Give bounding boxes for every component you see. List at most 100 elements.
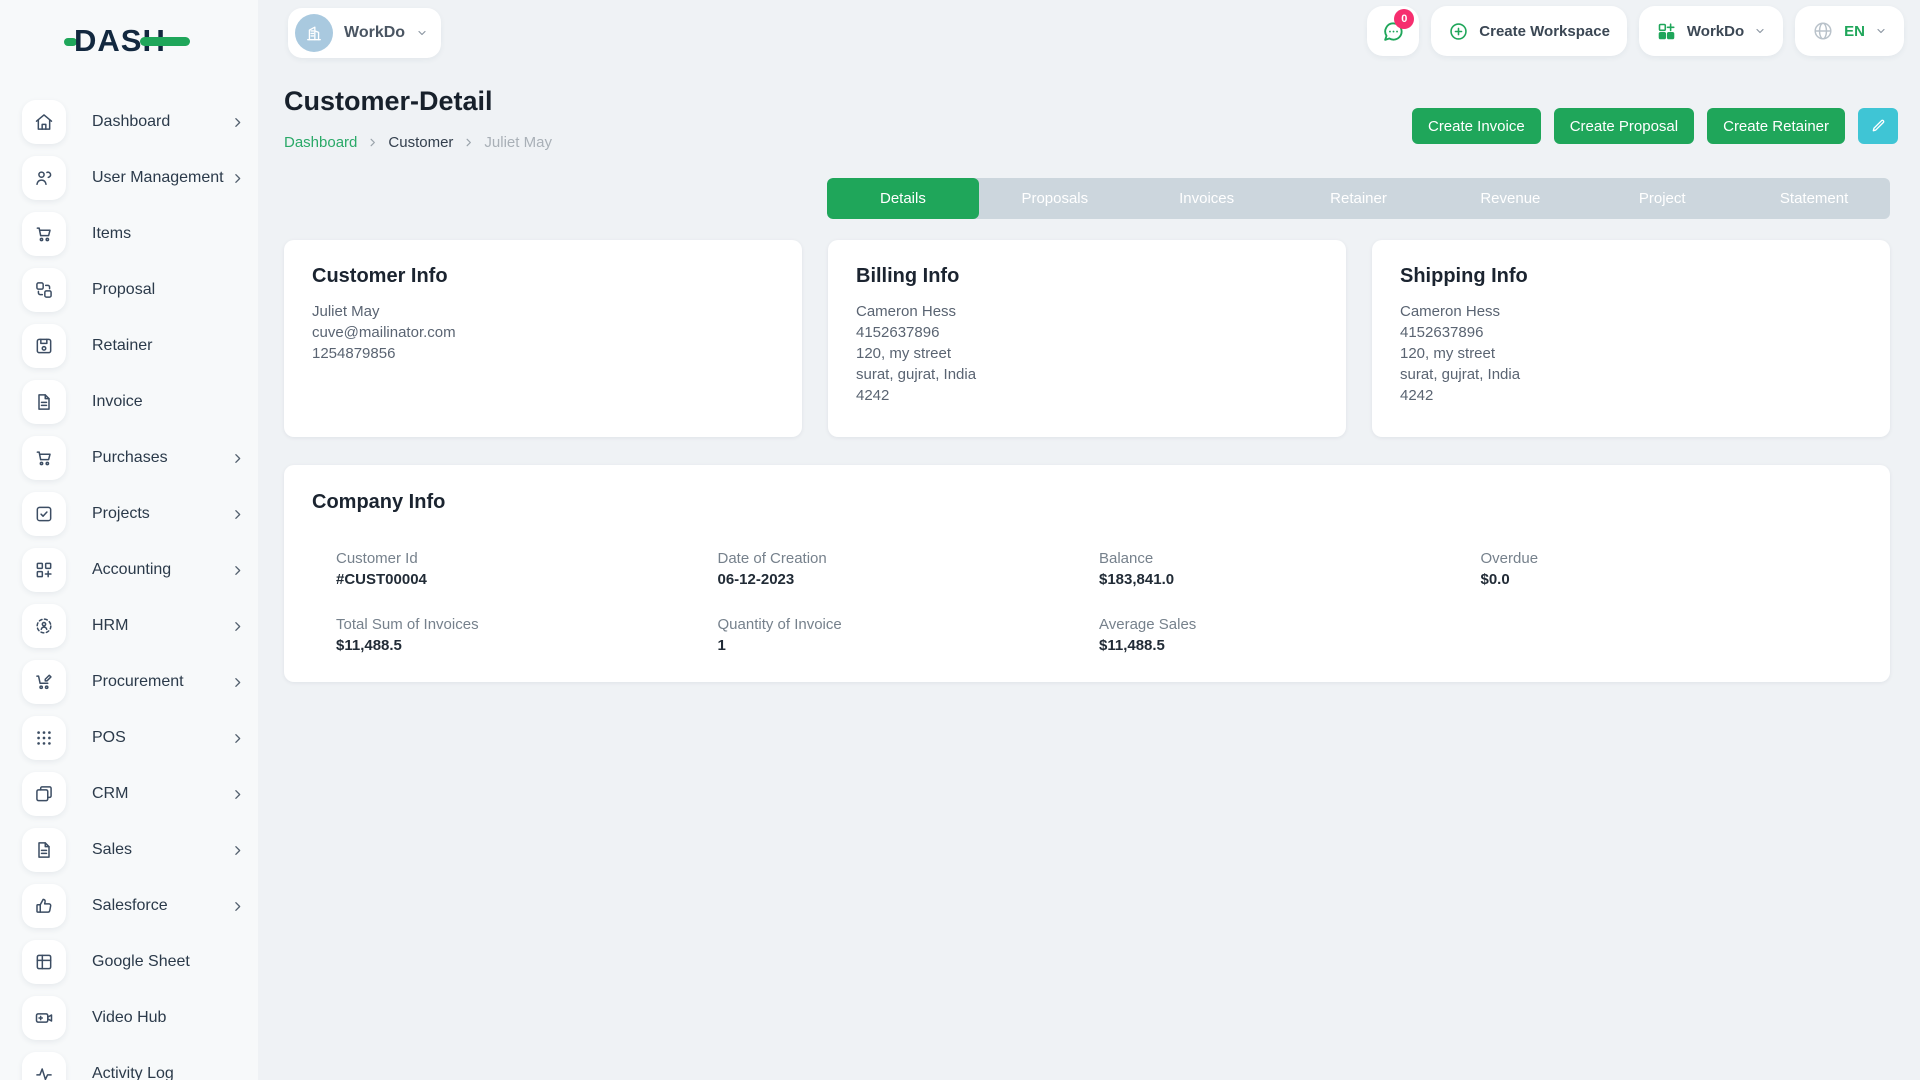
- card-line: surat, gujrat, India: [856, 364, 1318, 385]
- company-info-card: Company Info Customer Id#CUST00004Date o…: [284, 465, 1890, 682]
- sidebar-item-label: Invoice: [92, 393, 143, 411]
- tab-retainer[interactable]: Retainer: [1283, 178, 1435, 219]
- grid-plus-icon: [1656, 21, 1677, 42]
- sidebar-item-user-management[interactable]: User Management: [22, 156, 244, 200]
- company-field-balance: Balance $183,841.0: [1099, 550, 1481, 588]
- tab-details[interactable]: Details: [827, 178, 979, 219]
- company-field-date-of-creation: Date of Creation06-12-2023: [718, 550, 1100, 588]
- tab-project[interactable]: Project: [1586, 178, 1738, 219]
- sidebar-item-label: Video Hub: [92, 1009, 166, 1027]
- workspace-menu-button[interactable]: WorkDo: [1639, 6, 1783, 56]
- company-field-total-sum-of-invoices: Total Sum of Invoices$11,488.5: [336, 616, 718, 654]
- sidebar-item-retainer[interactable]: Retainer: [22, 324, 244, 368]
- detail-tabs: DetailsProposalsInvoicesRetainerRevenueP…: [827, 178, 1890, 219]
- breadcrumb-juliet-may: Juliet May: [484, 134, 552, 151]
- field-label: Balance: [1099, 550, 1481, 567]
- sidebar-item-salesforce[interactable]: Salesforce: [22, 884, 244, 928]
- tab-revenue[interactable]: Revenue: [1434, 178, 1586, 219]
- company-field-customer-id: Customer Id#CUST00004: [336, 550, 718, 588]
- sidebar-item-label: Sales: [92, 841, 132, 859]
- field-value: $183,841.0: [1099, 571, 1481, 588]
- field-label: Customer Id: [336, 550, 718, 567]
- sidebar-item-purchases[interactable]: Purchases: [22, 436, 244, 480]
- cart-icon: [22, 212, 66, 256]
- cart-edit-icon: [22, 660, 66, 704]
- field-value: 1: [718, 637, 1100, 654]
- person-target-icon: [22, 604, 66, 648]
- file-icon: [22, 828, 66, 872]
- sidebar-item-activity-log[interactable]: Activity Log: [22, 1052, 244, 1080]
- chevron-right-icon: [231, 732, 244, 745]
- file-icon: [22, 380, 66, 424]
- chevron-right-icon: [231, 844, 244, 857]
- sidebar-item-proposal[interactable]: Proposal: [22, 268, 244, 312]
- sidebar-item-projects[interactable]: Projects: [22, 492, 244, 536]
- cart-icon: [22, 436, 66, 480]
- company-field-overdue: Overdue$0.0: [1481, 550, 1863, 588]
- dots-grid-icon: [22, 716, 66, 760]
- sidebar: Dashboard User Management Items Proposal Ret…: [0, 0, 258, 1080]
- sidebar-item-crm[interactable]: CRM: [22, 772, 244, 816]
- card-title: Billing Info: [856, 265, 1318, 288]
- field-label: Date of Creation: [718, 550, 1100, 567]
- activity-icon: [22, 1052, 66, 1080]
- card-line: 4152637896: [856, 322, 1318, 343]
- field-label: Total Sum of Invoices: [336, 616, 718, 633]
- card-line: 1254879856: [312, 343, 774, 364]
- create-proposal-button[interactable]: Create Proposal: [1554, 108, 1694, 144]
- create-workspace-button[interactable]: Create Workspace: [1431, 6, 1627, 56]
- sidebar-item-dashboard[interactable]: Dashboard: [22, 100, 244, 144]
- messages-button[interactable]: 0: [1367, 6, 1419, 56]
- header-actions: Create Invoice Create Proposal Create Reta…: [1412, 108, 1898, 144]
- card-line: 4242: [1400, 385, 1862, 406]
- chevron-right-icon: [231, 788, 244, 801]
- edit-customer-button[interactable]: [1858, 108, 1898, 144]
- card-line: 120, my street: [1400, 343, 1862, 364]
- sidebar-item-label: Retainer: [92, 337, 152, 355]
- tab-statement[interactable]: Statement: [1738, 178, 1890, 219]
- sidebar-item-accounting[interactable]: Accounting: [22, 548, 244, 592]
- sidebar-item-google-sheet[interactable]: Google Sheet: [22, 940, 244, 984]
- chevron-right-icon: [231, 900, 244, 913]
- field-value: $11,488.5: [1099, 637, 1481, 654]
- create-retainer-button[interactable]: Create Retainer: [1707, 108, 1845, 144]
- company-field-quantity-of-invoice: Quantity of Invoice1: [718, 616, 1100, 654]
- create-workspace-label: Create Workspace: [1479, 23, 1610, 40]
- sidebar-item-label: Accounting: [92, 561, 171, 579]
- sidebar-item-hrm[interactable]: HRM: [22, 604, 244, 648]
- chevron-down-icon: [1754, 25, 1766, 37]
- sidebar-item-label: CRM: [92, 785, 128, 803]
- chevron-right-icon: [231, 564, 244, 577]
- sidebar-item-label: Dashboard: [92, 113, 170, 131]
- globe-icon: [1812, 20, 1834, 42]
- page-title: Customer-Detail: [284, 86, 493, 117]
- info-cards-row: Customer InfoJuliet Maycuve@mailinator.c…: [284, 240, 1890, 437]
- topbar-right: 0 Create Workspace WorkDo EN: [1367, 6, 1904, 56]
- pencil-icon: [1870, 118, 1886, 134]
- sidebar-item-video-hub[interactable]: Video Hub: [22, 996, 244, 1040]
- create-invoice-button[interactable]: Create Invoice: [1412, 108, 1541, 144]
- chevron-down-icon: [1875, 25, 1887, 37]
- field-label: Average Sales: [1099, 616, 1481, 633]
- dash-logo: DASH: [64, 22, 190, 58]
- check-square-icon: [22, 492, 66, 536]
- overlap-squares-icon: [22, 772, 66, 816]
- language-selector[interactable]: EN: [1795, 6, 1904, 56]
- sidebar-item-items[interactable]: Items: [22, 212, 244, 256]
- card-line: surat, gujrat, India: [1400, 364, 1862, 385]
- sidebar-item-procurement[interactable]: Procurement: [22, 660, 244, 704]
- breadcrumb-dashboard[interactable]: Dashboard: [284, 134, 357, 151]
- tab-proposals[interactable]: Proposals: [979, 178, 1131, 219]
- sidebar-item-invoice[interactable]: Invoice: [22, 380, 244, 424]
- card-line: 120, my street: [856, 343, 1318, 364]
- table-icon: [22, 940, 66, 984]
- card-line: cuve@mailinator.com: [312, 322, 774, 343]
- tab-invoices[interactable]: Invoices: [1131, 178, 1283, 219]
- sidebar-item-label: HRM: [92, 617, 128, 635]
- sidebar-item-label: Projects: [92, 505, 150, 523]
- sidebar-item-pos[interactable]: POS: [22, 716, 244, 760]
- workspace-selector-label: WorkDo: [344, 24, 405, 42]
- workspace-selector[interactable]: WorkDo: [288, 8, 441, 58]
- sidebar-item-sales[interactable]: Sales: [22, 828, 244, 872]
- breadcrumb-customer[interactable]: Customer: [388, 134, 453, 151]
